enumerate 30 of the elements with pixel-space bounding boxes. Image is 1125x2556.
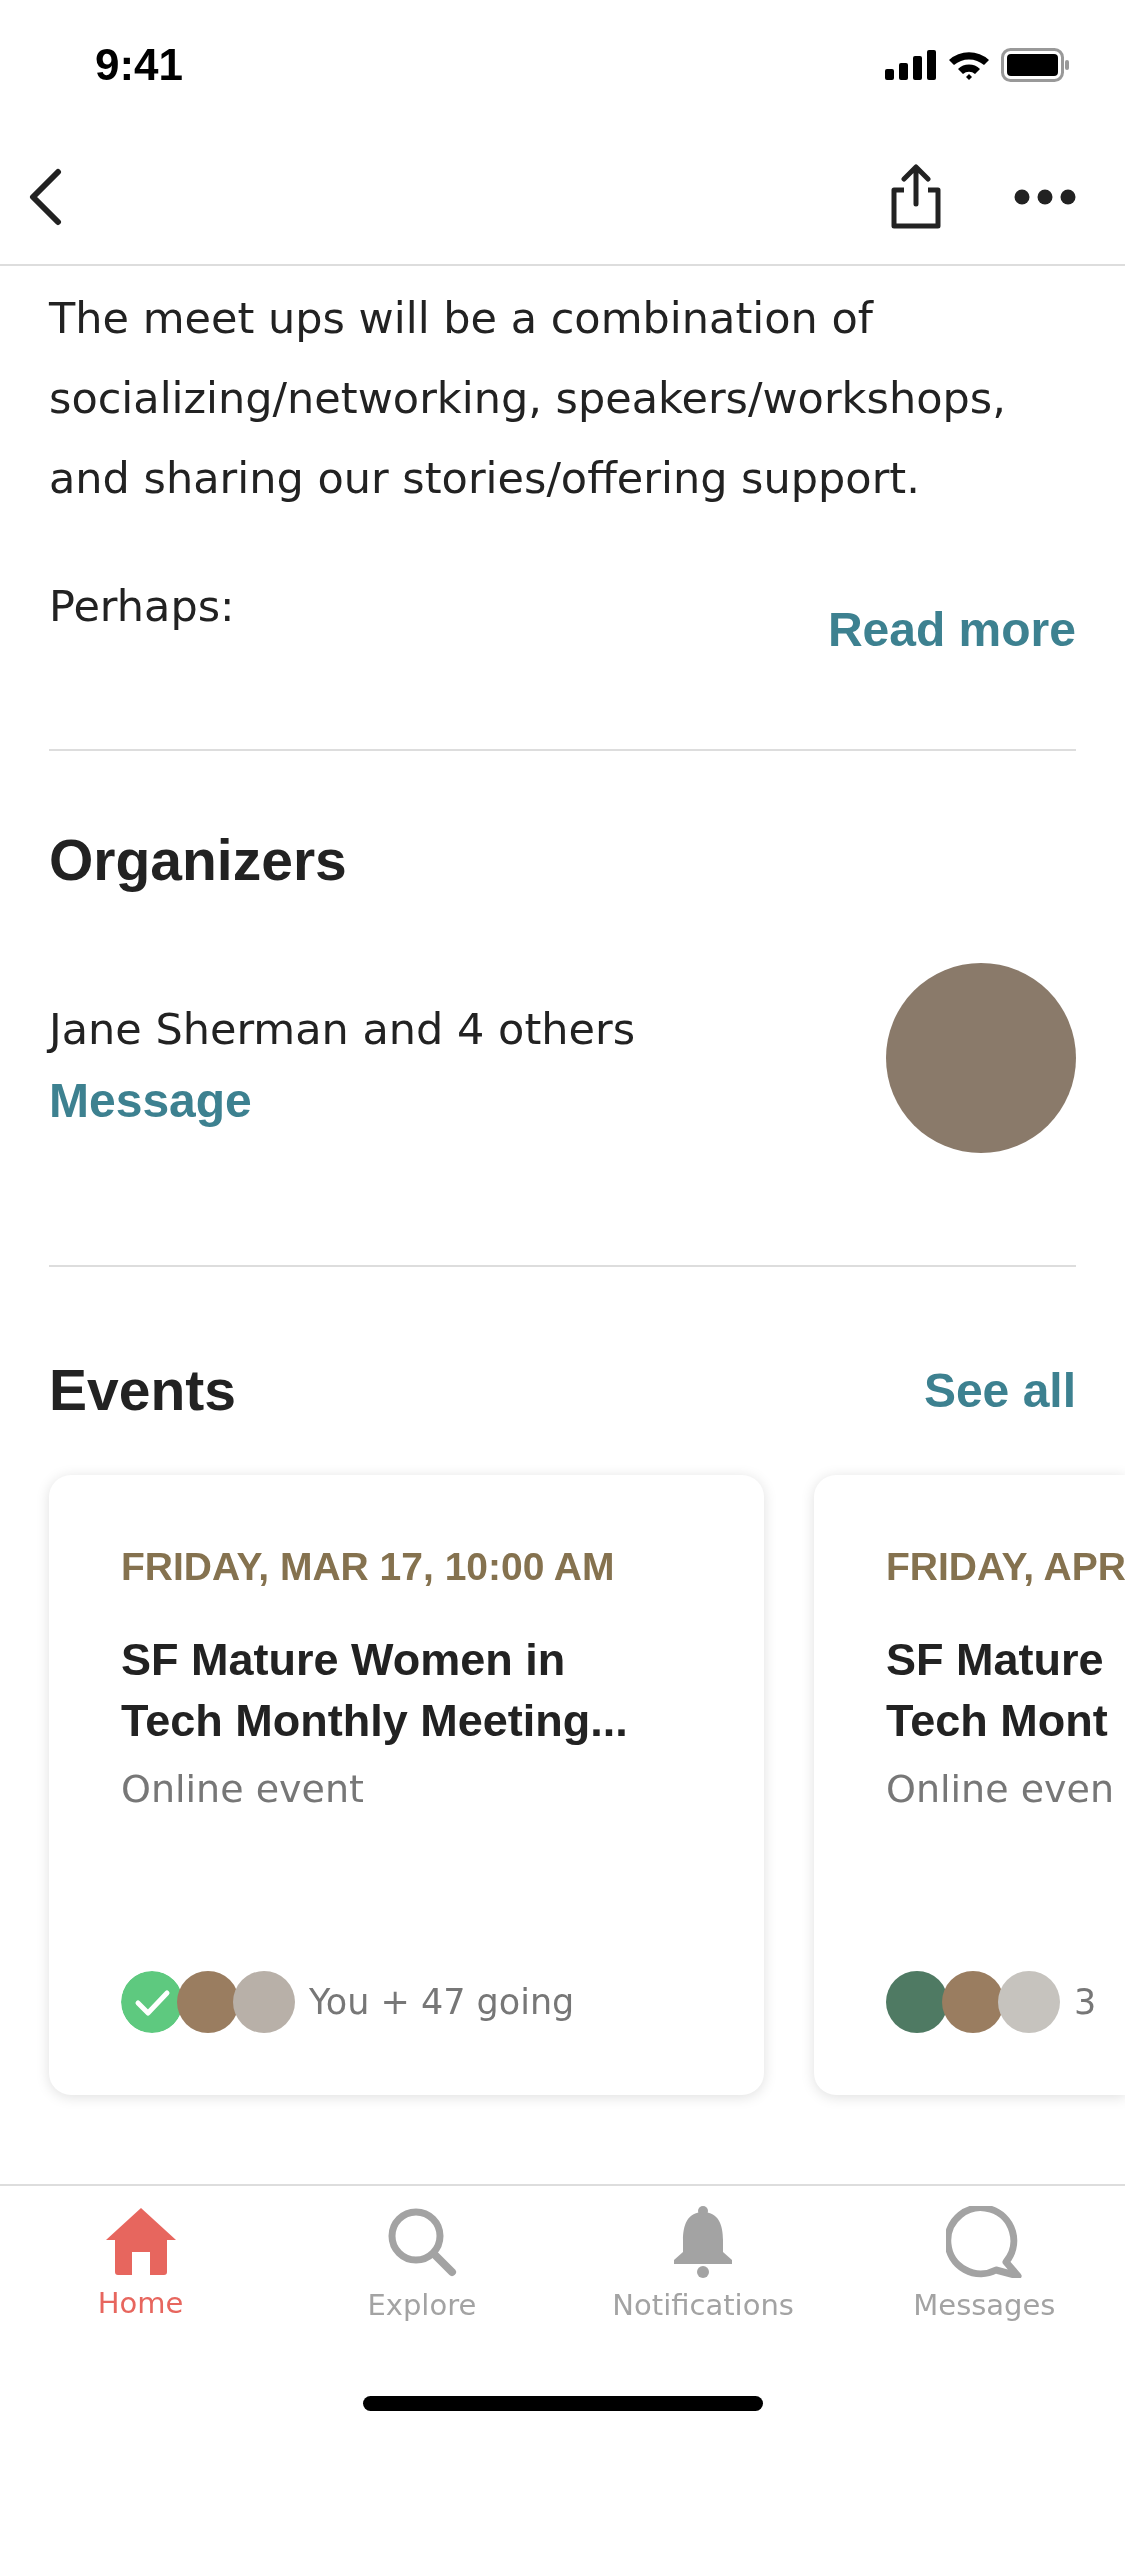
- event-title: Tech Monthly Meeting...: [121, 1694, 628, 1748]
- status-time: 9:41: [95, 40, 184, 90]
- battery-icon: [1001, 48, 1071, 82]
- event-location: Online even: [886, 1767, 1114, 1811]
- read-more-link[interactable]: Read more: [827, 602, 1076, 657]
- description-text: The meet ups will be a combination of socializing/networking, speakers/workshops, and sharing our stories/offering support.: [49, 292, 1007, 505]
- tab-item[interactable]: Explore: [281, 2206, 563, 2322]
- event-card[interactable]: FRIDAY, MAR 17, 10:00 AM SF Mature Women in Tech Monthly Meeting... Online event You + 47 going: [49, 1475, 764, 2095]
- event-card[interactable]: FRIDAY, APR SF Mature Tech Mont Online even 3: [814, 1475, 1125, 2095]
- more-icon[interactable]: [1014, 189, 1076, 205]
- attendee-count: You + 47 going: [309, 1982, 575, 2022]
- description-text: Perhaps:: [49, 580, 235, 633]
- section-heading: Events: [49, 1357, 236, 1423]
- attendee-count: 3: [1074, 1982, 1097, 2022]
- tab-item[interactable]: Home: [0, 2206, 282, 2322]
- tab-item[interactable]: Messages: [843, 2206, 1125, 2322]
- section-heading: Organizers: [49, 827, 348, 893]
- see-all-link[interactable]: See all: [923, 1362, 1076, 1418]
- signal-icon: [885, 50, 937, 80]
- tab-item[interactable]: Notifications: [562, 2206, 844, 2322]
- event-title: Tech Mont: [886, 1694, 1108, 1748]
- event-title: SF Mature: [886, 1633, 1104, 1687]
- event-date: FRIDAY, APR: [886, 1545, 1125, 1589]
- event-location: Online event: [121, 1767, 364, 1811]
- wifi-icon: [947, 49, 991, 81]
- event-date: FRIDAY, MAR 17, 10:00 AM: [121, 1545, 615, 1589]
- event-title: SF Mature Women in: [121, 1633, 566, 1687]
- message-link[interactable]: Message: [49, 1072, 252, 1128]
- back-icon[interactable]: [28, 168, 62, 226]
- chat-icon: [946, 2206, 1023, 2278]
